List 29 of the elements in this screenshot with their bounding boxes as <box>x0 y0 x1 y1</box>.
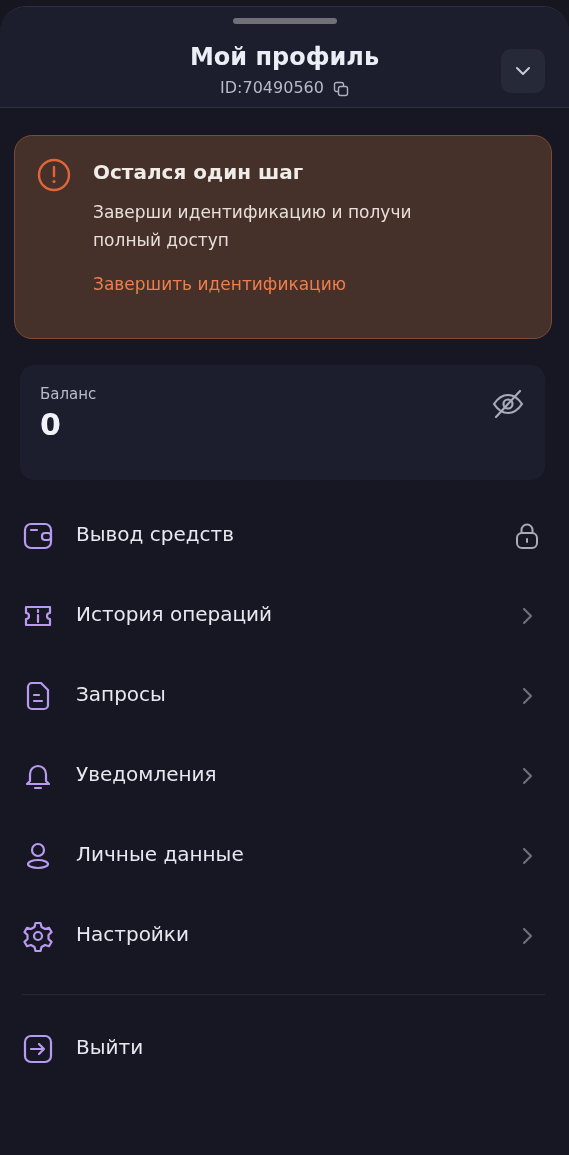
wallet-icon <box>22 520 54 552</box>
eye-slash-icon[interactable] <box>491 387 525 421</box>
logout-icon <box>22 1033 54 1065</box>
drag-handle[interactable] <box>232 18 337 24</box>
copy-icon[interactable] <box>332 81 349 97</box>
logout-item[interactable]: Выйти <box>0 1009 569 1089</box>
menu-label: Настройки <box>76 922 190 948</box>
menu-label: Уведомления <box>76 762 218 788</box>
menu-label: История операций <box>76 602 274 628</box>
alert-title: Остался один шаг <box>93 160 305 184</box>
complete-identification-link[interactable]: Завершить идентификацию <box>93 274 473 294</box>
settings-icon <box>22 920 54 952</box>
collapse-button[interactable] <box>501 49 545 93</box>
menu-item[interactable]: История операций <box>0 576 569 656</box>
menu-item[interactable]: Личные данные <box>0 816 569 896</box>
user-id: ID:70490560 <box>220 77 324 97</box>
logout-label: Выйти <box>76 1035 145 1061</box>
menu-item[interactable]: Настройки <box>0 896 569 976</box>
menu-item[interactable]: Запросы <box>0 656 569 736</box>
menu-label: Личные данные <box>76 842 245 868</box>
page-title: Мой профиль <box>189 43 380 71</box>
menu-item[interactable]: Вывод средств <box>0 496 569 576</box>
warning-icon <box>37 158 71 192</box>
menu-label: Запросы <box>76 682 167 708</box>
balance-label: Баланс <box>40 385 97 403</box>
menu-item[interactable]: Уведомления <box>0 736 569 816</box>
menu-label: Вывод средств <box>76 522 235 548</box>
balance-value: 0 <box>40 407 62 442</box>
alert-text: Заверши идентификацию и получи полный доступ <box>93 201 413 252</box>
